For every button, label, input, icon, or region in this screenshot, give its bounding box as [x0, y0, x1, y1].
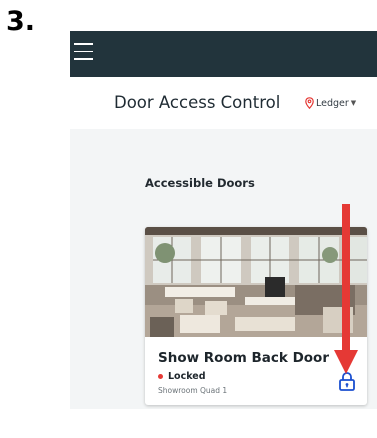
caret-down-icon: ▼ [350, 99, 357, 107]
page-header: Door Access Control Ledger ▼ [70, 77, 377, 129]
door-name: Show Room Back Door [158, 350, 329, 366]
app-screen: Door Access Control Ledger ▼ Accessible … [70, 31, 377, 438]
location-selector[interactable]: Ledger ▼ [305, 97, 356, 109]
location-label: Ledger [316, 97, 349, 109]
status-dot-icon [158, 374, 163, 379]
lock-icon[interactable] [338, 371, 356, 391]
bottom-area [70, 409, 377, 438]
main-content: Accessible Doors Show Room Back Door Loc… [70, 129, 377, 409]
page-title: Door Access Control [114, 93, 281, 112]
map-pin-icon [305, 97, 314, 109]
door-status: Locked [158, 371, 206, 382]
status-label: Locked [168, 371, 206, 382]
top-navbar [70, 31, 377, 77]
arrow-down-icon [334, 204, 358, 374]
step-number: 3. [6, 6, 36, 37]
section-title: Accessible Doors [145, 176, 255, 190]
door-zone: Showroom Quad 1 [158, 386, 228, 395]
hamburger-menu-icon[interactable] [74, 43, 94, 61]
